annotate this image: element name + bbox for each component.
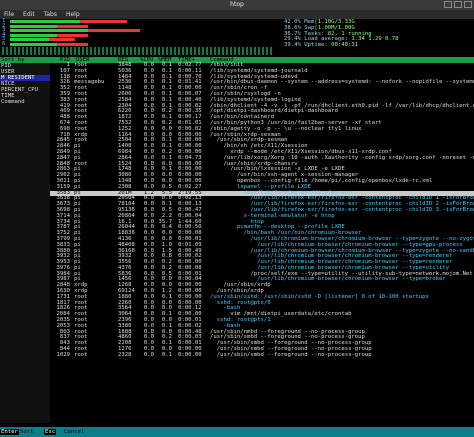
cpu-meter-fill — [10, 33, 57, 37]
function-key-label: Sort — [20, 429, 34, 435]
cpu-meter-fill-kernel — [56, 43, 88, 46]
window-title: htop — [230, 1, 244, 8]
meter-percent: 39.4% — [284, 42, 301, 49]
cpu-history-graph — [2, 47, 272, 55]
menu-file[interactable]: File — [4, 11, 14, 18]
cpu-meter-fill — [10, 24, 57, 28]
menu-help[interactable]: Help — [66, 11, 80, 18]
close-button[interactable] — [464, 1, 472, 8]
menu-bar: File Edit Tabs Help — [0, 10, 474, 19]
function-key-label: Cancel — [64, 429, 85, 435]
process-row[interactable]: 1029 root 2328 0.0 0.1 0:00.00 /usr/sbin/smbd… — [50, 351, 474, 359]
meter-stat: 39.4% Uptime: 00:40:31 — [284, 42, 474, 48]
cpu-meter-fill — [10, 43, 57, 46]
process-res: 2328 — [118, 351, 132, 358]
process-cpu: 0.0 — [143, 351, 154, 358]
process-cmd: /usr/sbin/smbd --foreground --no-process… — [210, 351, 372, 358]
maximize-button[interactable] — [454, 1, 462, 8]
process-mem: 0.1 — [161, 351, 172, 358]
menu-edit[interactable]: Edit — [23, 11, 35, 18]
function-key[interactable]: Enter — [0, 429, 19, 435]
cpu-meter-fill — [10, 20, 81, 23]
process-pid: 1029 — [56, 351, 70, 358]
cpu-meter-fill-kernel — [56, 24, 88, 28]
function-key[interactable]: Esc — [44, 429, 57, 435]
cpu-meter-fill-kernel — [88, 29, 140, 33]
process-list: 1 root 3848 0.0 0.1 0:02.77/sbin/init 107 root 5… — [50, 62, 474, 359]
sort-option[interactable]: Command — [0, 99, 50, 105]
meter-label: Uptime: — [304, 42, 332, 49]
menu-tabs[interactable]: Tabs — [44, 11, 57, 18]
meter-value: 00:40:31 — [331, 42, 359, 49]
cpu-meter-fill-kernel — [49, 38, 75, 42]
function-key-bar: Enter Sort Esc Cancel — [0, 427, 474, 437]
process-user: root — [74, 351, 88, 358]
minimize-button[interactable] — [444, 1, 452, 8]
cpu-meter-fill — [10, 38, 49, 42]
window-titlebar: htop — [0, 0, 474, 10]
sort-by-sidebar: PID USER M_RESIDENT NICE PERCENT_CPU TIME Comm… — [0, 63, 50, 423]
cpu-meter-fill-kernel — [80, 20, 127, 23]
process-time: 0:00.00 — [178, 351, 202, 358]
cpu-meter-fill — [10, 29, 88, 33]
meters-panel: 123456 42.0% Mem[1.10G/3.33G 38.6% Swp[1.… — [0, 18, 474, 57]
cpu-meter-fill-kernel — [56, 33, 88, 37]
